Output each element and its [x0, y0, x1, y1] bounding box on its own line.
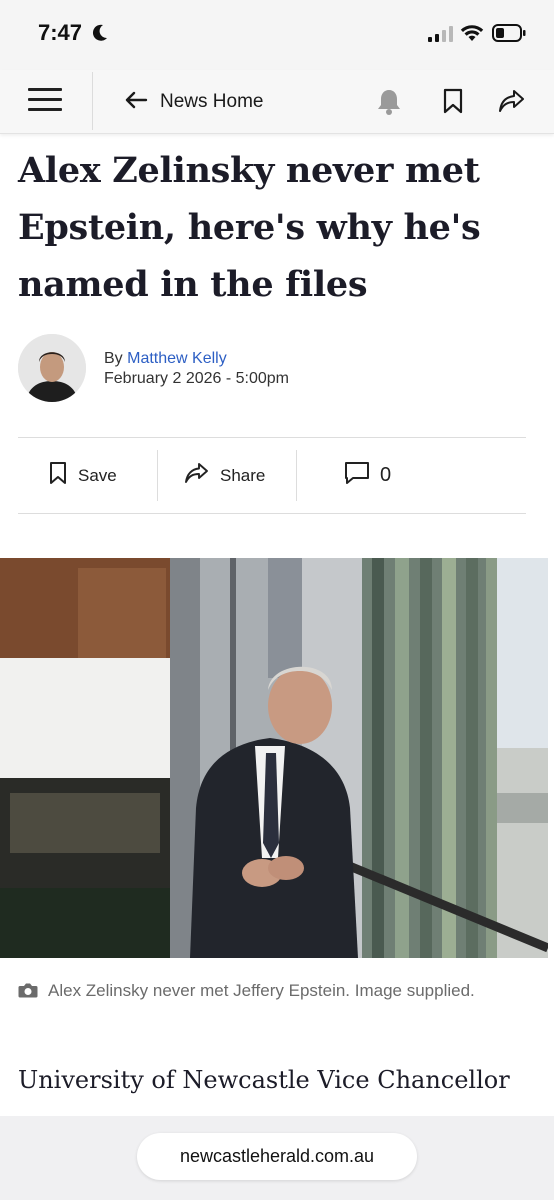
share-button[interactable]: Share: [184, 438, 265, 513]
byline: By Matthew Kelly: [104, 347, 227, 371]
hamburger-menu-icon[interactable]: [28, 88, 62, 116]
article-body-first-line: University of Newcastle Vice Chancellor: [18, 1066, 510, 1094]
bookmark-icon: [48, 461, 68, 490]
header-divider: [92, 72, 93, 130]
battery-icon: [492, 24, 526, 47]
browser-toolbar: newcastleherald.com.au: [0, 1116, 554, 1200]
cellular-signal-icon: [428, 26, 454, 47]
caption-text: Alex Zelinsky never met Jeffery Epstein.…: [48, 981, 475, 1000]
back-link-label: News Home: [160, 91, 264, 112]
save-label: Save: [78, 465, 117, 485]
moon-icon: [92, 24, 108, 47]
article-action-bar: Save Share 0: [18, 437, 526, 514]
save-button[interactable]: Save: [48, 438, 117, 513]
article-photo[interactable]: [0, 558, 548, 958]
action-divider: [296, 450, 297, 501]
article-headline: Alex Zelinsky never met Epstein, here's …: [18, 150, 481, 305]
photo-caption: Alex Zelinsky never met Jeffery Epstein.…: [18, 976, 528, 1008]
bookmark-icon[interactable]: [442, 88, 464, 119]
back-to-news-home-link[interactable]: News Home: [124, 86, 263, 118]
share-icon: [184, 461, 210, 490]
wifi-icon: [460, 24, 484, 47]
publish-date: February 2 2026 - 5:00pm: [104, 370, 289, 387]
author-link[interactable]: Matthew Kelly: [127, 350, 227, 367]
share-label: Share: [220, 465, 266, 485]
site-header: News Home: [0, 70, 554, 134]
status-time: 7:47: [38, 20, 83, 45]
address-bar[interactable]: newcastleherald.com.au: [137, 1133, 417, 1180]
author-avatar[interactable]: [18, 334, 86, 402]
camera-icon: [18, 978, 38, 1008]
byline-prefix: By: [104, 350, 123, 367]
notifications-bell-icon[interactable]: [376, 88, 402, 121]
action-divider: [157, 450, 158, 501]
comments-button[interactable]: 0: [344, 438, 391, 513]
comment-icon: [344, 461, 370, 491]
arrow-left-icon: [124, 90, 148, 115]
status-bar: 7:47: [0, 0, 554, 70]
comment-count: 0: [380, 464, 392, 486]
share-icon[interactable]: [498, 88, 526, 119]
